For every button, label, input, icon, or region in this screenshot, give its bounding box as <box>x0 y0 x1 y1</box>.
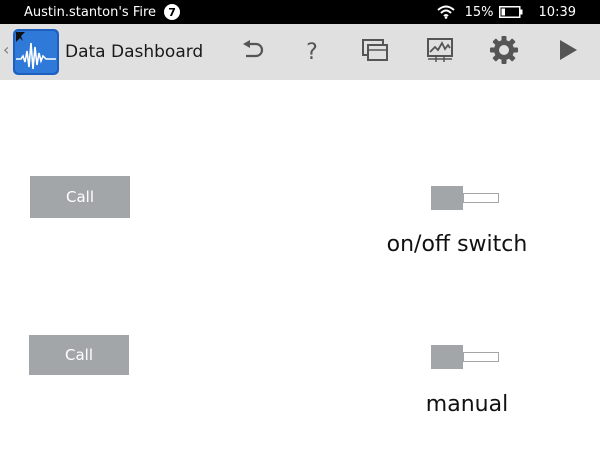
on-off-switch-label: on/off switch <box>386 232 528 257</box>
device-name: Austin.stanton's Fire <box>24 4 157 20</box>
help-button[interactable]: ? <box>287 24 337 80</box>
undo-button[interactable] <box>228 24 278 80</box>
settings-button[interactable] <box>479 24 529 80</box>
on-off-switch-toggle[interactable] <box>431 186 499 210</box>
undo-icon <box>242 40 264 64</box>
status-bar: Austin.stanton's Fire 7 15% 10:39 <box>0 0 600 24</box>
manual-switch-toggle[interactable] <box>431 345 499 369</box>
play-button[interactable] <box>543 24 593 80</box>
up-chevron-icon[interactable]: ‹ <box>3 40 9 60</box>
gear-icon <box>489 35 519 69</box>
app-title: Data Dashboard <box>65 42 204 62</box>
clock-time: 10:39 <box>538 4 576 20</box>
wifi-icon <box>436 5 455 19</box>
call-button-2[interactable]: Call <box>29 335 129 375</box>
copy-button[interactable] <box>350 24 400 80</box>
status-left: Austin.stanton's Fire 7 <box>24 0 181 24</box>
chart-button[interactable] <box>415 24 465 80</box>
chart-icon <box>426 37 454 67</box>
call-button-1[interactable]: Call <box>30 176 130 218</box>
action-bar: ‹ Data Dashboard ? <box>0 24 600 80</box>
play-icon <box>558 39 578 65</box>
switch-thumb <box>431 345 463 369</box>
notification-count-badge: 7 <box>164 4 181 20</box>
status-right: 15% 10:39 <box>436 0 576 24</box>
manual-switch-label: manual <box>425 392 509 417</box>
switch-thumb <box>431 186 463 210</box>
help-icon: ? <box>306 39 318 65</box>
switch-track <box>463 193 499 203</box>
battery-percent: 15% <box>464 4 494 20</box>
switch-track <box>463 352 499 362</box>
app-logo-icon[interactable] <box>13 29 59 75</box>
copy-icon <box>361 38 389 66</box>
battery-icon <box>498 6 523 18</box>
